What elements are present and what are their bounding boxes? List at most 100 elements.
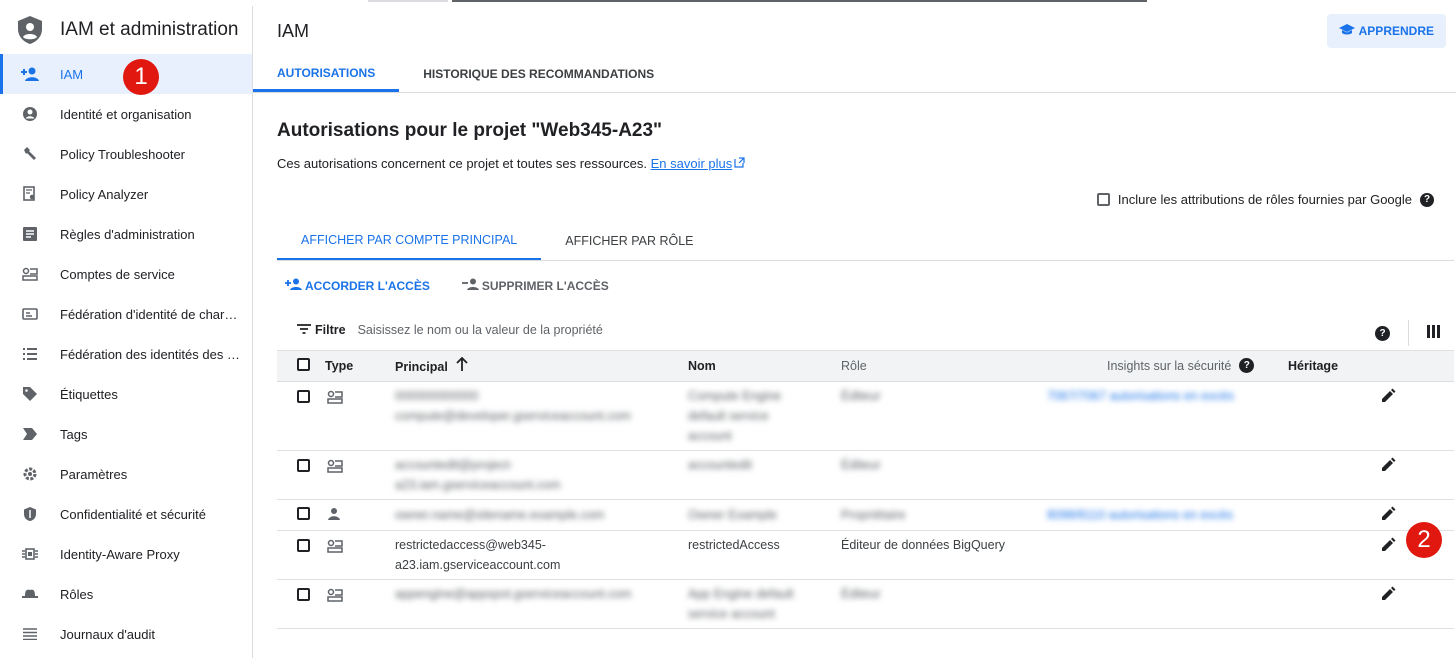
service-account-icon — [327, 390, 343, 407]
learn-button-label: APPRENDRE — [1358, 24, 1434, 38]
tab-view-by-role[interactable]: AFFICHER PAR RÔLE — [541, 222, 717, 260]
school-icon — [1338, 23, 1355, 39]
table-row: accountedit@project-a23.iam.gserviceacco… — [277, 451, 1454, 500]
table-header: Type Principal Nom Rôle Insights sur la … — [277, 350, 1454, 382]
name-cell: accountedit — [688, 458, 752, 472]
table-row: appengine@appspot.gserviceaccount.com Ap… — [277, 580, 1454, 629]
sidebar: IAM et administration IAM Identité et or… — [0, 6, 253, 658]
principal-cell: restrictedaccess@web345- a23.iam.gservice… — [395, 538, 561, 572]
view-tabs: AFFICHER PAR COMPTE PRINCIPAL AFFICHER P… — [277, 222, 1454, 261]
filter-icon — [297, 323, 311, 337]
sidebar-item-identity-organisation[interactable]: Identité et organisation — [0, 94, 252, 134]
learn-more-link[interactable]: En savoir plus — [651, 156, 733, 171]
edit-icon[interactable] — [1380, 586, 1396, 605]
person-add-icon — [285, 278, 303, 293]
sidebar-item-label: Paramètres — [60, 466, 128, 482]
tab-recommendations-history[interactable]: HISTORIQUE DES RECOMMANDATIONS — [399, 56, 678, 92]
column-role: Rôle — [841, 359, 867, 373]
role-cell: Éditeur — [841, 389, 881, 403]
sidebar-item-labels[interactable]: Étiquettes — [0, 374, 252, 414]
sidebar-item-workforce-identity-federation[interactable]: Fédération des identités des … — [0, 334, 252, 374]
tab-view-by-principal[interactable]: AFFICHER PAR COMPTE PRINCIPAL — [277, 222, 542, 260]
tab-bar: AUTORISATIONS HISTORIQUE DES RECOMMANDAT… — [253, 56, 1456, 93]
grant-access-button[interactable]: ACCORDER L'ACCÈS — [285, 278, 430, 293]
sidebar-item-label: Fédération d'identité de char… — [60, 306, 238, 322]
row-checkbox[interactable] — [297, 539, 310, 552]
wrench-icon — [0, 146, 60, 162]
row-checkbox[interactable] — [297, 588, 310, 601]
filter-button[interactable]: Filtre — [297, 323, 346, 337]
learn-button[interactable]: APPRENDRE — [1326, 14, 1446, 48]
sidebar-item-service-accounts[interactable]: Comptes de service — [0, 254, 252, 294]
security-insight-link[interactable]: 7067/7067 autorisations en excès — [1047, 386, 1234, 406]
row-checkbox[interactable] — [297, 507, 310, 520]
tab-permissions[interactable]: AUTORISATIONS — [253, 56, 400, 92]
help-icon[interactable]: ? — [1375, 325, 1390, 341]
service-account-icon — [327, 588, 343, 605]
sidebar-item-label: Identity-Aware Proxy — [60, 546, 180, 562]
permissions-table: Type Principal Nom Rôle Insights sur la … — [277, 350, 1454, 629]
column-name[interactable]: Nom — [688, 359, 716, 373]
sidebar-item-roles[interactable]: Rôles — [0, 574, 252, 614]
sidebar-item-label: Policy Analyzer — [60, 186, 149, 202]
role-cell: Éditeur — [841, 587, 881, 601]
column-display-icon[interactable] — [1427, 325, 1440, 341]
edit-icon[interactable] — [1380, 506, 1396, 525]
page-title: Autorisations pour le projet "Web345-A23… — [277, 120, 663, 141]
service-account-icon — [327, 539, 343, 556]
gear-icon — [0, 466, 60, 482]
principal-cell: owner.name@sitename.example.com — [395, 508, 605, 522]
sidebar-item-settings[interactable]: Paramètres — [0, 454, 252, 494]
action-bar: ACCORDER L'ACCÈS SUPPRIMER L'ACCÈS — [285, 278, 609, 293]
iam-shield-icon — [0, 15, 60, 45]
column-principal[interactable]: Principal — [395, 356, 468, 374]
include-google-roles-checkbox[interactable] — [1096, 193, 1110, 206]
sidebar-item-label: Journaux d'audit — [60, 626, 155, 642]
sidebar-item-privacy-security[interactable]: Confidentialité et sécurité — [0, 494, 252, 534]
edit-icon[interactable] — [1380, 457, 1396, 476]
sidebar-item-label: Étiquettes — [60, 386, 118, 402]
security-insight-link[interactable]: 8098/8110 autorisations en excès — [1047, 505, 1233, 525]
filter-label: Filtre — [315, 323, 346, 337]
remove-access-button[interactable]: SUPPRIMER L'ACCÈS — [461, 278, 609, 293]
edit-icon[interactable] — [1380, 388, 1396, 407]
help-icon[interactable]: ? — [1420, 192, 1434, 207]
sidebar-item-admin-rules[interactable]: Règles d'administration — [0, 214, 252, 254]
row-checkbox[interactable] — [297, 459, 310, 472]
label-icon — [0, 386, 60, 402]
include-google-roles-label: Inclure les attributions de rôles fourni… — [1117, 192, 1412, 207]
person-remove-icon — [461, 278, 480, 293]
sidebar-item-tags[interactable]: Tags — [0, 414, 252, 454]
help-icon[interactable]: ? — [1239, 357, 1255, 373]
description-text: Ces autorisations concernent ce projet e… — [277, 156, 647, 171]
shield-icon — [0, 506, 60, 522]
sidebar-item-audit-logs[interactable]: Journaux d'audit — [0, 614, 252, 654]
person-icon — [327, 507, 341, 524]
page-description: Ces autorisations concernent ce projet e… — [277, 156, 745, 171]
table-row: owner.name@sitename.example.com Owner Ex… — [277, 500, 1454, 531]
table-row: 000000000000 compute@developer.gserviceac… — [277, 382, 1454, 451]
tag-arrow-icon — [0, 428, 60, 440]
list-document-icon — [0, 227, 60, 241]
sidebar-header: IAM et administration — [0, 6, 252, 54]
list-icon — [0, 348, 60, 360]
sidebar-item-workload-identity-federation[interactable]: Fédération d'identité de char… — [0, 294, 252, 334]
principal-cell: appengine@appspot.gserviceaccount.com — [395, 587, 632, 601]
filter-input[interactable]: Saisissez le nom ou la valeur de la prop… — [358, 323, 603, 337]
select-all-checkbox[interactable] — [297, 358, 310, 371]
sidebar-item-policy-analyzer[interactable]: Policy Analyzer — [0, 174, 252, 214]
sidebar-item-identity-aware-proxy[interactable]: Identity-Aware Proxy — [0, 534, 252, 574]
name-cell: restrictedAccess — [688, 538, 780, 552]
sidebar-item-label: Policy Troubleshooter — [60, 146, 186, 162]
name-cell: Owner Example — [688, 508, 777, 522]
column-type[interactable]: Type — [325, 359, 353, 373]
sidebar-item-label: Comptes de service — [60, 266, 175, 282]
divider — [1408, 320, 1409, 346]
sidebar-item-label: Identité et organisation — [60, 106, 192, 122]
sidebar-item-policy-troubleshooter[interactable]: Policy Troubleshooter — [0, 134, 252, 174]
row-checkbox[interactable] — [297, 390, 310, 403]
account-circle-icon — [0, 106, 60, 122]
name-cell: Compute Engine default service account — [688, 389, 782, 443]
edit-icon[interactable] — [1380, 537, 1396, 556]
hat-icon — [0, 588, 60, 600]
